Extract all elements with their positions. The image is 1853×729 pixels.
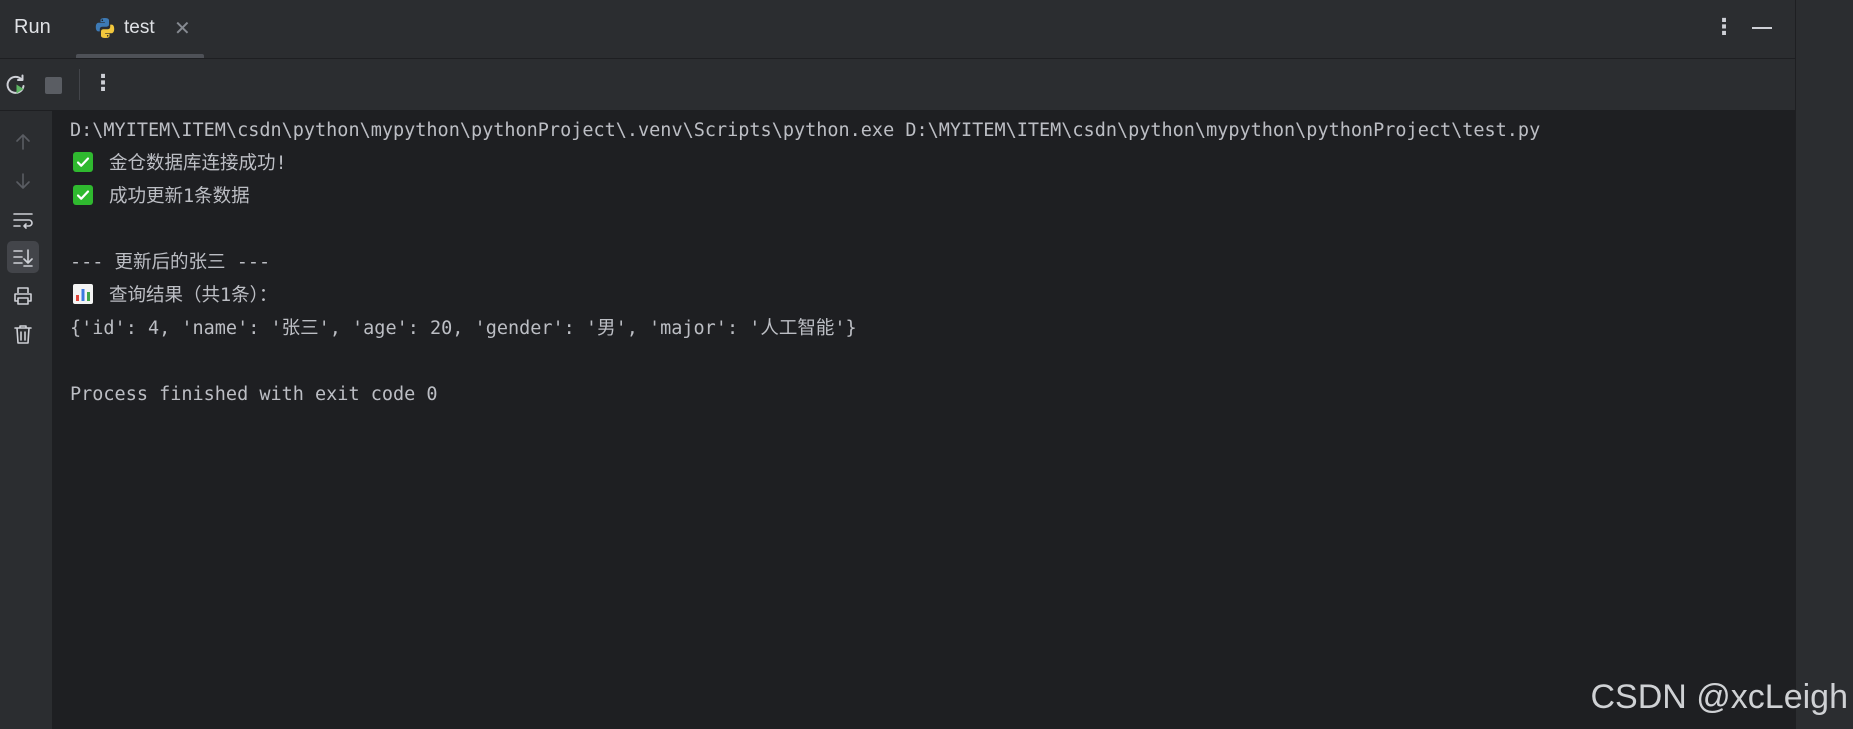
bar-chart-icon <box>73 284 93 304</box>
tab-label: test <box>124 17 155 38</box>
console-line-command: D:\MYITEM\ITEM\csdn\python\mypython\pyth… <box>70 120 1541 141</box>
console-line-exit: Process finished with exit code 0 <box>70 384 438 405</box>
tab-test[interactable]: test ✕ <box>76 0 204 58</box>
toolbar-more-icon[interactable]: ⋮ <box>92 69 114 99</box>
check-mark-icon <box>73 185 93 205</box>
close-icon[interactable]: ✕ <box>174 17 191 39</box>
watermark-text: CSDN @xcLeigh <box>1590 678 1849 716</box>
run-toolbar: ⋮ <box>0 59 1795 111</box>
toolbar-separator <box>79 69 80 100</box>
run-title: Run <box>14 16 51 38</box>
console-line: 金仓数据库连接成功! <box>70 149 287 179</box>
console-line: {'id': 4, 'name': '张三', 'age': 20, 'gend… <box>70 318 857 339</box>
check-mark-icon <box>73 152 93 172</box>
more-options-icon[interactable]: ⋮ <box>1713 14 1735 42</box>
arrow-down-icon[interactable] <box>7 165 39 197</box>
rerun-icon[interactable] <box>3 72 29 98</box>
run-tool-window: Run test ✕ ⋮ ⋮ D:\MYITEM\ITEM\csdn\pytho… <box>0 0 1853 729</box>
tab-active-indicator <box>76 54 204 58</box>
arrow-up-icon[interactable] <box>7 126 39 158</box>
stop-icon[interactable] <box>45 77 62 94</box>
console-side-toolbar <box>0 111 52 729</box>
console-line: 查询结果（共1条）： <box>70 281 277 311</box>
python-icon <box>94 17 116 39</box>
print-icon[interactable] <box>7 280 39 312</box>
tool-window-header: Run test ✕ ⋮ <box>0 0 1795 59</box>
console-line: --- 更新后的张三 --- <box>70 252 271 273</box>
scroll-to-end-icon[interactable] <box>7 241 39 273</box>
console-line: 成功更新1条数据 <box>70 182 250 212</box>
minimize-icon[interactable] <box>1752 27 1772 29</box>
trash-icon[interactable] <box>7 318 39 350</box>
right-tool-strip <box>1795 0 1853 729</box>
console-output[interactable]: D:\MYITEM\ITEM\csdn\python\mypython\pyth… <box>52 111 1795 729</box>
soft-wrap-icon[interactable] <box>7 204 39 236</box>
